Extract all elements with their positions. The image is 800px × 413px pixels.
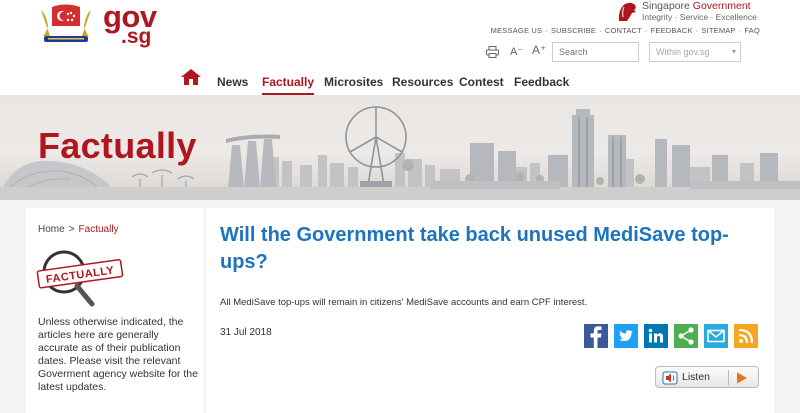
home-icon[interactable] xyxy=(180,68,202,86)
article: Will the Government take back unused Med… xyxy=(206,208,774,413)
decrease-text-size-button[interactable]: A⁻ xyxy=(510,45,523,58)
message-us-link[interactable]: MESSAGE US xyxy=(491,26,543,35)
nav-resources[interactable]: Resources xyxy=(392,75,453,89)
facebook-icon[interactable] xyxy=(584,324,608,348)
article-summary: All MediSave top-ups will remain in citi… xyxy=(220,297,588,308)
listen-label: Listen xyxy=(682,371,711,383)
sitemap-link[interactable]: SITEMAP xyxy=(701,26,735,35)
search-scope-value: Within gov.sg xyxy=(656,47,710,57)
search-input[interactable] xyxy=(552,42,639,62)
increase-text-size-button[interactable]: A⁺ xyxy=(532,43,546,57)
nav-news[interactable]: News xyxy=(217,75,248,89)
rss-icon[interactable] xyxy=(734,324,758,348)
factually-magnifier-badge: FACTUALLY xyxy=(36,250,124,307)
nav-contest[interactable]: Contest xyxy=(459,75,504,89)
breadcrumb: Home > Factually xyxy=(38,224,119,235)
linkedin-icon[interactable] xyxy=(644,324,668,348)
speaker-icon xyxy=(662,371,678,385)
faq-link[interactable]: FAQ xyxy=(744,26,760,35)
link-separator: · xyxy=(695,26,699,35)
article-date: 31 Jul 2018 xyxy=(220,327,272,338)
sg-government-tagline: Integrity · Service · Excellence xyxy=(642,12,757,22)
print-icon[interactable] xyxy=(486,46,499,58)
article-title: Will the Government take back unused Med… xyxy=(220,224,729,273)
play-icon xyxy=(737,372,747,384)
nav-microsites[interactable]: Microsites xyxy=(324,75,383,89)
chevron-down-icon: ▾ xyxy=(731,47,736,56)
lion-head-icon xyxy=(618,2,636,21)
page-banner: Factually xyxy=(0,95,800,200)
email-icon[interactable] xyxy=(704,324,728,348)
site-header: gov .sg Singapore Government Integrity ·… xyxy=(0,0,800,95)
singapore-crest-icon[interactable] xyxy=(38,2,94,44)
breadcrumb-current[interactable]: Factually xyxy=(79,224,119,235)
sidebar: Home > Factually FACTUALLY Unless otherwis… xyxy=(26,208,204,413)
link-separator: · xyxy=(644,26,648,35)
nav-feedback[interactable]: Feedback xyxy=(514,75,569,89)
share-icon[interactable] xyxy=(674,324,698,348)
content-area: Home > Factually FACTUALLY Unless otherwis… xyxy=(0,200,800,413)
breadcrumb-separator: > xyxy=(68,224,75,235)
listen-button[interactable]: Listen xyxy=(655,366,759,388)
search-scope-select[interactable]: Within gov.sg ▾ xyxy=(649,42,741,62)
nav-factually[interactable]: Factually xyxy=(262,75,315,95)
sg-government-title-b: Government xyxy=(692,0,751,12)
link-separator: · xyxy=(738,26,742,35)
link-separator: · xyxy=(599,26,602,35)
banner-title: Factually xyxy=(38,125,197,166)
sg-government-title: Singapore Government xyxy=(642,0,751,12)
singapore-government-brand[interactable]: Singapore Government Integrity · Service… xyxy=(616,0,766,22)
logo-sg-text: .sg xyxy=(121,25,152,48)
feedback-link[interactable]: FEEDBACK xyxy=(651,26,693,35)
breadcrumb-home-link[interactable]: Home xyxy=(38,224,65,235)
contact-link[interactable]: CONTACT xyxy=(605,26,642,35)
twitter-icon[interactable] xyxy=(614,324,638,348)
link-separator: · xyxy=(545,26,548,35)
subscribe-link[interactable]: SUBSCRIBE xyxy=(551,26,596,35)
disclaimer-note: Unless otherwise indicated, the articles… xyxy=(38,316,198,393)
utility-links: MESSAGE US · SUBSCRIBE · CONTACT · FEEDBACK · SI… xyxy=(491,26,760,35)
listen-divider xyxy=(728,370,729,385)
gov-sg-logo[interactable]: gov .sg xyxy=(103,0,157,48)
sg-government-title-a: Singapore xyxy=(642,0,693,12)
